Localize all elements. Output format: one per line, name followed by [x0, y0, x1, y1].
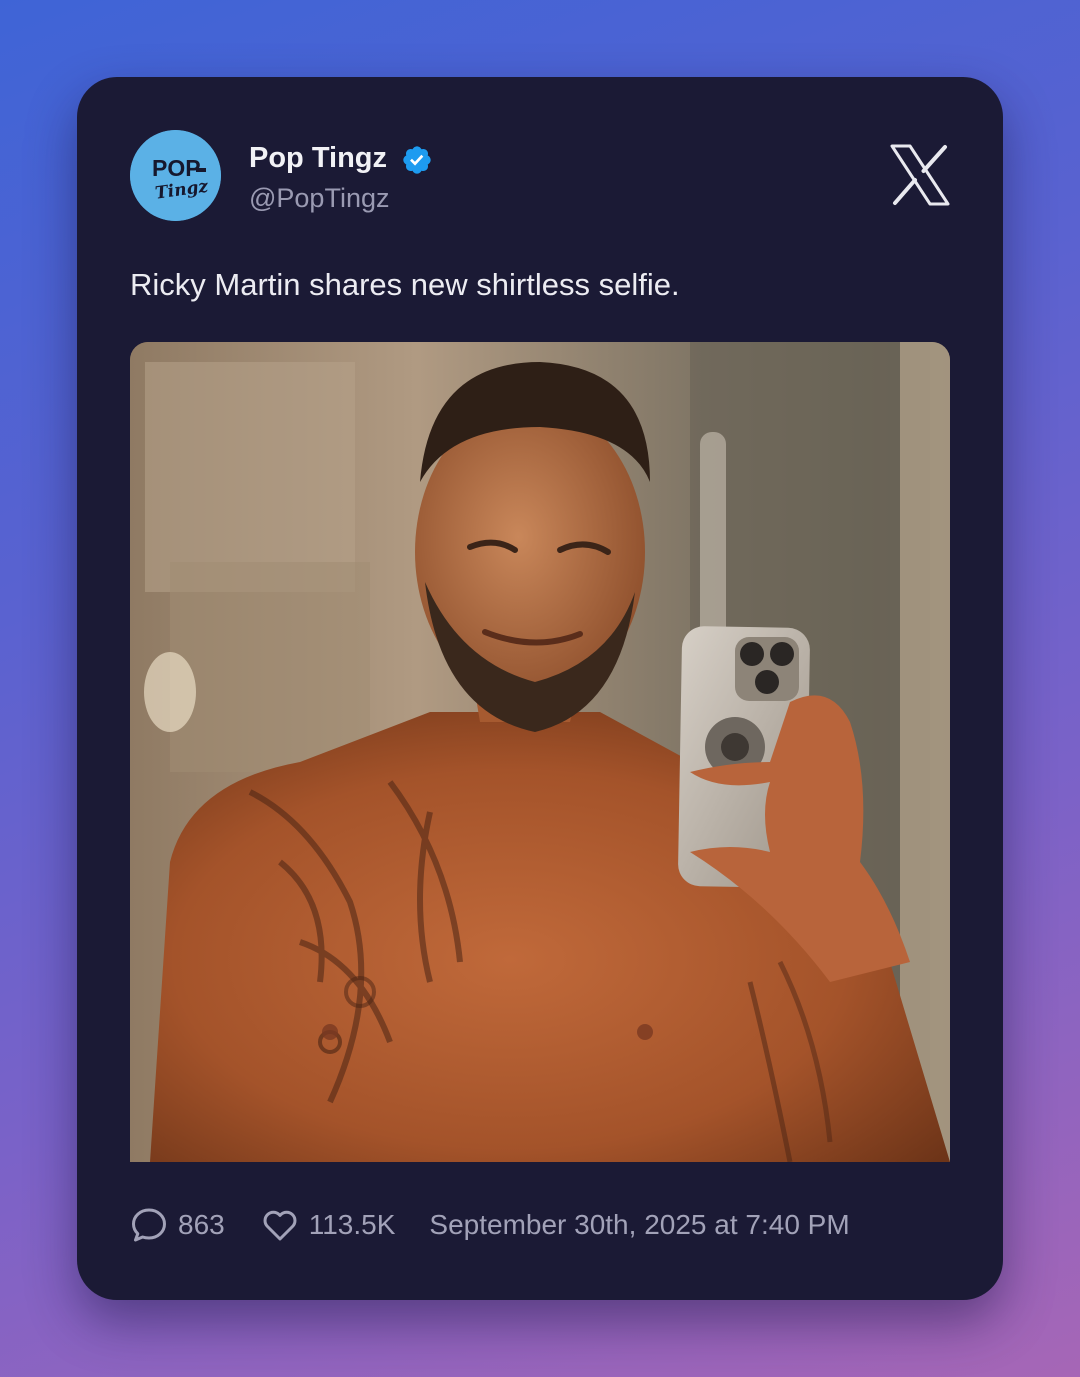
- likes-stat[interactable]: 113.5K: [261, 1206, 396, 1244]
- likes-count: 113.5K: [308, 1209, 396, 1240]
- tweet-text: Ricky Martin shares new shirtless selfie…: [130, 267, 680, 302]
- avatar[interactable]: POP Tingz: [130, 130, 221, 221]
- verified-badge-icon: [403, 146, 431, 174]
- tweet-timestamp[interactable]: September 30th, 2025 at 7:40 PM: [429, 1209, 849, 1241]
- handle[interactable]: @PopTingz: [249, 183, 389, 214]
- heart-icon: [263, 1210, 297, 1241]
- tweet-photo[interactable]: [130, 342, 950, 1162]
- tweet-card: POP Tingz Pop Tingz @PopTingz Ricky Mart…: [77, 77, 1003, 1300]
- replies-count: 863: [178, 1209, 225, 1240]
- x-logo-icon[interactable]: [890, 144, 950, 206]
- tweet-stats: 863 113.5K September 30th, 2025 at 7:40 …: [130, 1205, 850, 1245]
- replies-stat[interactable]: 863: [130, 1206, 225, 1244]
- comment-bubble-icon: [132, 1208, 166, 1242]
- avatar-logo-top: POP: [152, 155, 201, 181]
- display-name[interactable]: Pop Tingz: [249, 142, 387, 175]
